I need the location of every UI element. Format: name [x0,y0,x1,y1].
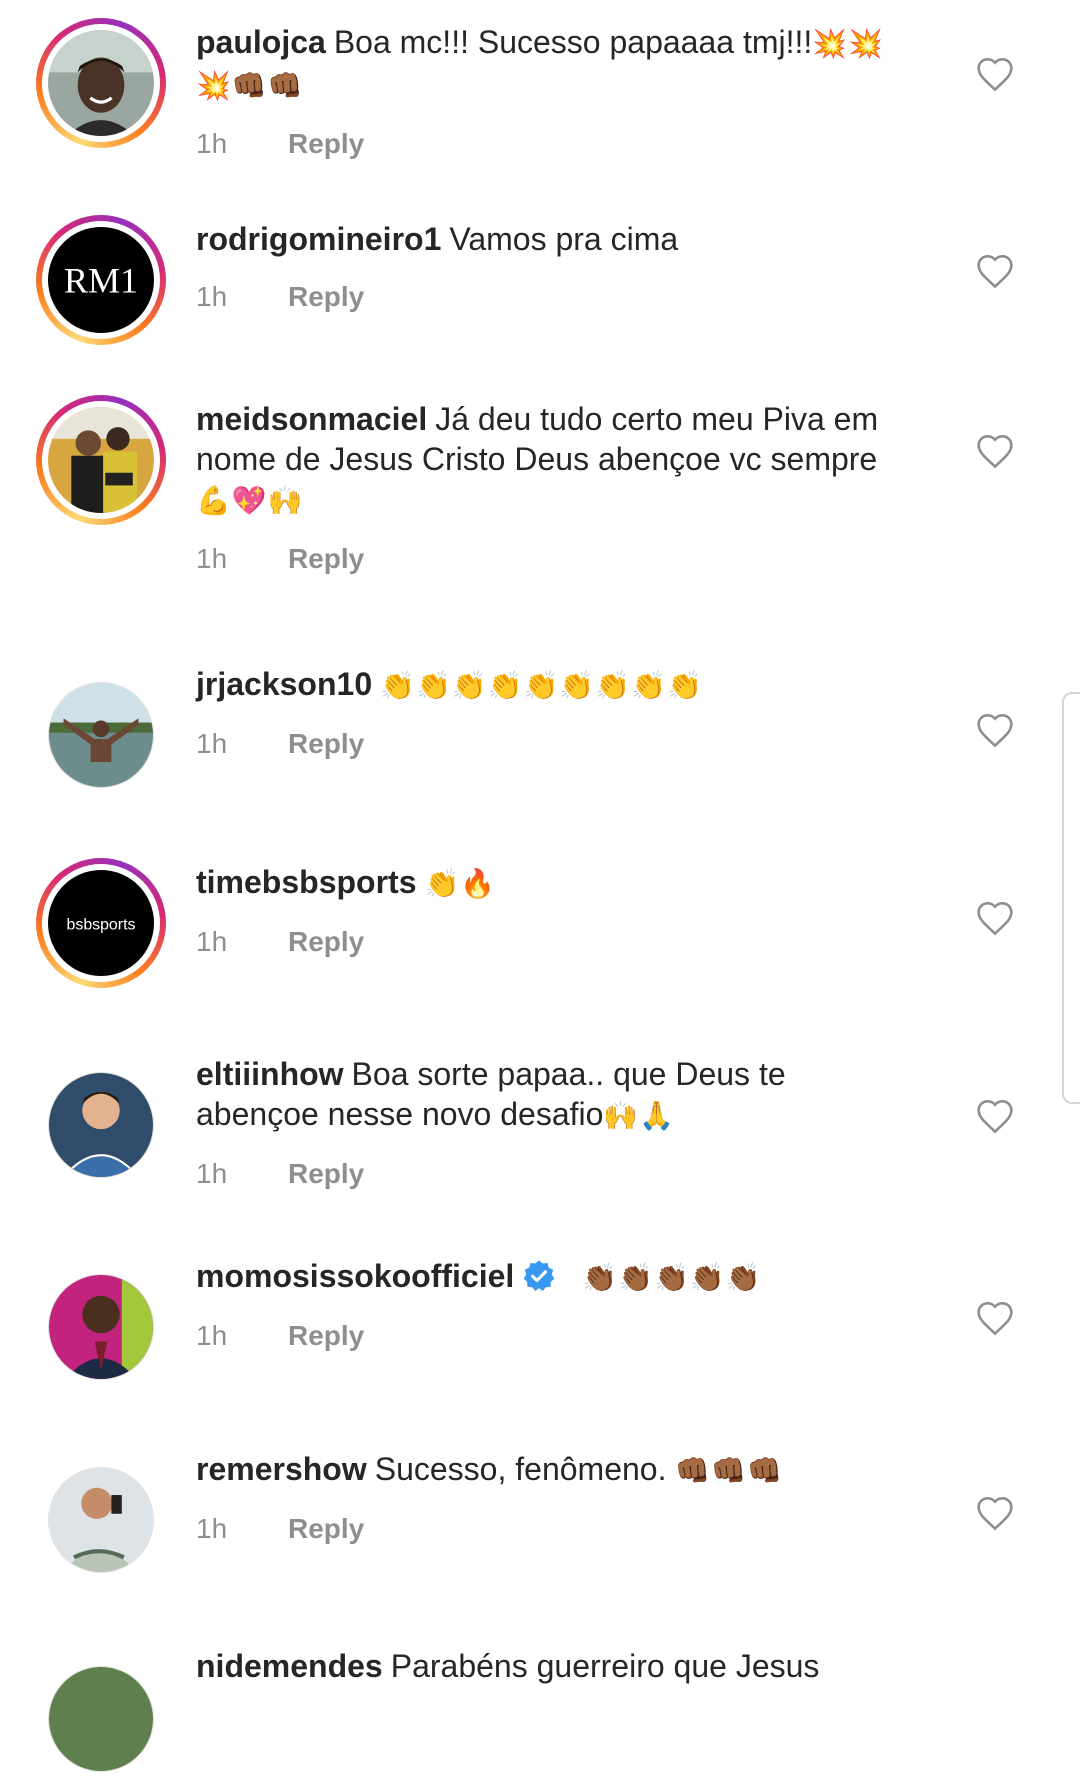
comment-username[interactable]: nidemendes [196,1648,383,1684]
comment-time: 1h [196,543,228,574]
comment-time: 1h [196,1158,228,1189]
reply-button[interactable]: Reply [288,1320,364,1351]
comment-username[interactable]: momosissokoofficiel [196,1258,514,1294]
comment-time: 1h [196,728,228,759]
avatar-story-ring[interactable]: RM1 [36,215,166,345]
comment-text: Boa mc!!! Sucesso papaaaa tmj!!! [333,24,813,60]
avatar-wrap[interactable] [36,1455,166,1585]
avatar[interactable] [48,1072,154,1178]
avatar-story-ring[interactable] [36,395,166,525]
comment-meta: 1h Reply [196,1154,916,1194]
comment-body: remershow Sucesso, fenômeno. 👊🏾👊🏾👊🏾 1h Rep… [196,1449,916,1549]
comment-username[interactable]: eltiiinhow [196,1056,344,1092]
comment-time: 1h [196,926,228,957]
reply-button[interactable]: Reply [288,543,364,574]
comment-meta: 1h Reply [196,1509,916,1549]
avatar-wrap[interactable] [36,670,166,800]
comment-username[interactable]: meidsonmaciel [196,401,427,437]
comment-meta: 1h Reply [196,1316,916,1356]
comment-body: paulojca Boa mc!!! Sucesso papaaaa tmj!!!… [196,22,916,164]
comment-time: 1h [196,281,228,312]
reply-button[interactable]: Reply [288,1513,364,1544]
comment-emojis: 🙌🙏 [603,1099,676,1132]
comment-emojis: 👏🏾👏🏾👏🏾👏🏾👏🏾 [582,1261,762,1294]
avatar[interactable] [48,682,154,788]
comment-emojis: 👏👏👏👏👏👏👏👏👏 [380,669,703,702]
reply-button[interactable]: Reply [288,128,364,159]
like-heart-icon[interactable] [975,1300,1015,1336]
avatar-story-ring[interactable]: bsbsports [36,858,166,988]
comment-time: 1h [196,128,228,159]
avatar[interactable] [48,1274,154,1380]
avatar[interactable] [48,30,154,136]
comment-username[interactable]: jrjackson10 [196,666,372,702]
comment-body: momosissokoofficiel 👏🏾👏🏾👏🏾👏🏾👏🏾 1h Reply [196,1256,916,1356]
avatar[interactable]: RM1 [48,227,154,333]
like-heart-icon[interactable] [975,56,1015,92]
comment-meta: 1h Reply [196,277,916,317]
svg-text:bsbsports: bsbsports [67,916,136,933]
like-heart-icon[interactable] [975,900,1015,936]
comment-emojis: 💪💖🙌 [196,484,304,517]
like-heart-icon[interactable] [975,1098,1015,1134]
avatar[interactable]: bsbsports [48,870,154,976]
avatar-wrap[interactable] [36,1262,166,1392]
comment-body: rodrigomineiro1 Vamos pra cima 1h Reply [196,219,916,317]
comment-meta: 1h Reply [196,724,916,764]
svg-text:RM1: RM1 [64,261,138,301]
comment-meta: 1h Reply [196,539,916,579]
reply-button[interactable]: Reply [288,281,364,312]
comment-body: jrjackson10 👏👏👏👏👏👏👏👏👏 1h Reply [196,664,916,764]
comment-body: timebsbsports 👏🔥 1h Reply [196,862,916,962]
comment-username[interactable]: remershow [196,1451,367,1487]
comment-username[interactable]: paulojca [196,24,326,60]
comment-time: 1h [196,1320,228,1351]
comment-text: Parabéns guerreiro que Jesus [390,1648,820,1684]
comment-username[interactable]: timebsbsports [196,864,416,900]
comment-body: eltiiinhow Boa sorte papaa.. que Deus te … [196,1054,916,1194]
like-heart-icon[interactable] [975,433,1015,469]
like-heart-icon[interactable] [975,253,1015,289]
avatar[interactable] [48,1467,154,1573]
avatar-wrap[interactable] [36,1060,166,1190]
comment-username[interactable]: rodrigomineiro1 [196,221,441,257]
comment-meta: 1h Reply [196,124,916,164]
comment-emojis: 👊🏾👊🏾👊🏾 [675,1454,783,1487]
avatar[interactable] [48,407,154,513]
reply-button[interactable]: Reply [288,926,364,957]
reply-button[interactable]: Reply [288,1158,364,1189]
comment-emojis: 👏🔥 [424,867,497,900]
comment-text: Vamos pra cima [449,221,679,257]
comment-body: nidemendes Parabéns guerreiro que Jesus [196,1646,916,1686]
comment-body: meidsonmaciel Já deu tudo certo meu Piva … [196,399,916,579]
reply-button[interactable]: Reply [288,728,364,759]
comment-meta: 1h Reply [196,922,916,962]
avatar-story-ring[interactable] [36,18,166,148]
scrollbar-handle[interactable] [1062,692,1080,1104]
like-heart-icon[interactable] [975,1495,1015,1531]
comment-time: 1h [196,1513,228,1544]
avatar-wrap[interactable] [36,1654,166,1784]
verified-badge-icon [522,1259,556,1293]
avatar[interactable] [48,1666,154,1772]
like-heart-icon[interactable] [975,712,1015,748]
comment-text: Sucesso, fenômeno. [374,1451,667,1487]
